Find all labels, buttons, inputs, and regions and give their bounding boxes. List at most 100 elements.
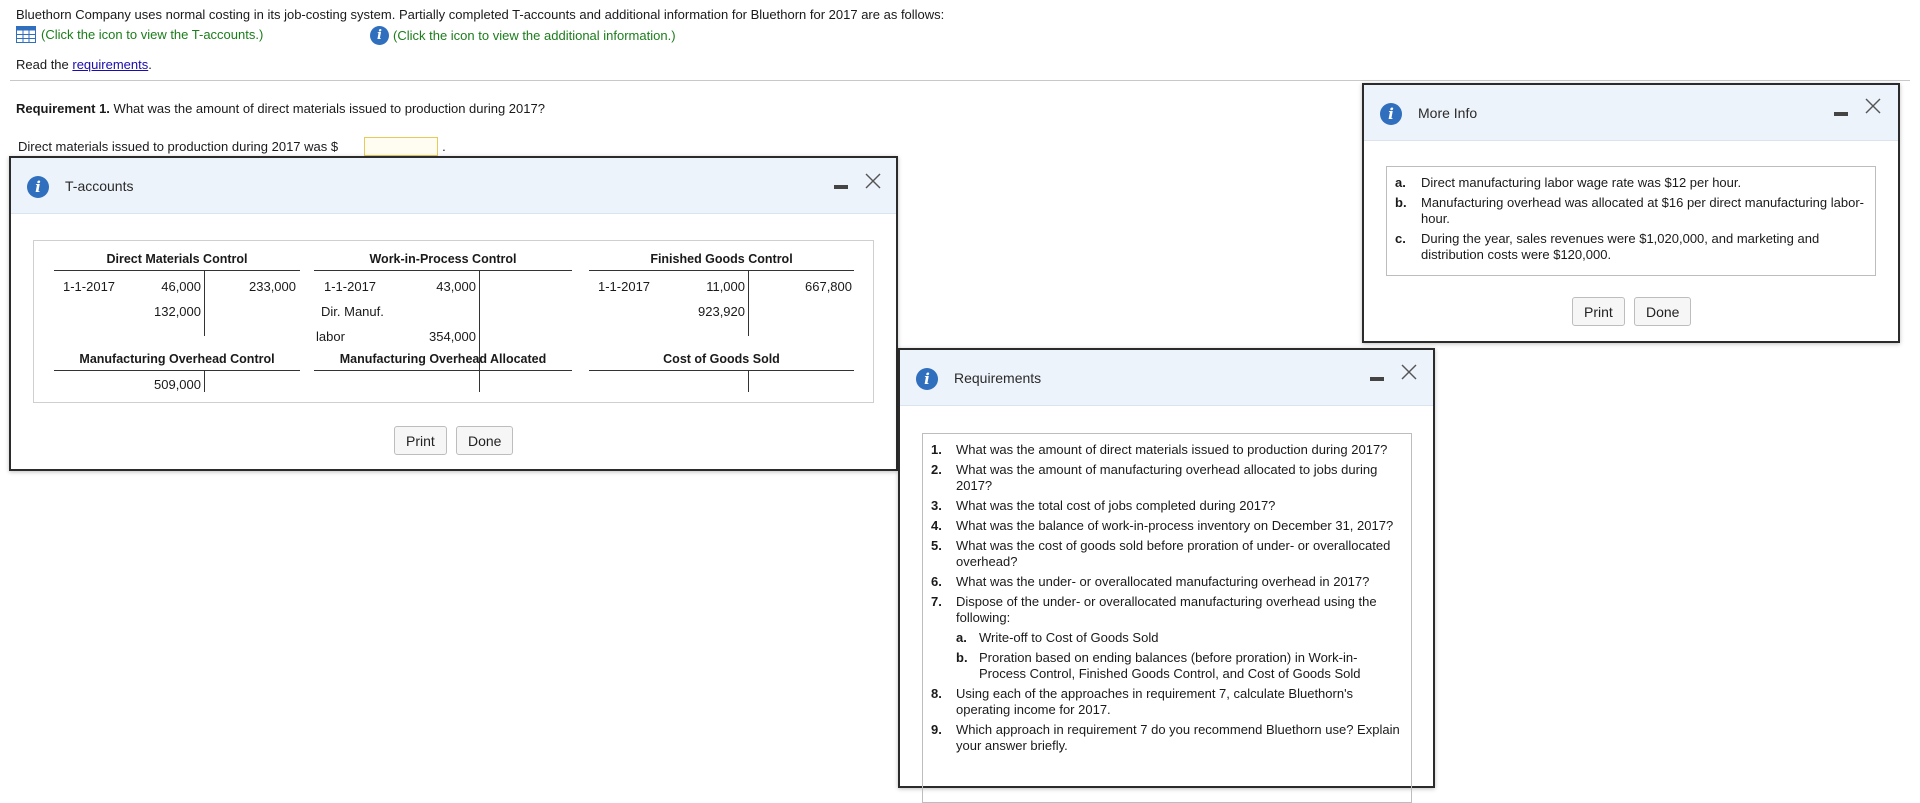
t-account-line (479, 370, 480, 392)
t-account-line (204, 270, 205, 336)
taccounts-dialog-header: i T-accounts (11, 158, 896, 214)
wip-row1-label: 1-1-2017 (324, 279, 377, 294)
requirement-1-text: What was the amount of direct materials … (113, 101, 545, 116)
done-button[interactable]: Done (1634, 297, 1692, 326)
view-taccounts-link[interactable]: (Click the icon to view the T-accounts.) (16, 26, 263, 43)
t-account-line (54, 370, 300, 371)
print-button[interactable]: Print (1572, 297, 1625, 326)
list-item: 1. What was the amount of direct material… (931, 442, 1403, 458)
list-item: 7. Dispose of the under- or overallocated… (931, 594, 1403, 626)
list-item: 2. What was the amount of manufacturing o… (931, 462, 1403, 494)
item-number: 5. (931, 538, 942, 553)
item-number: 2. (931, 462, 942, 477)
requirements-list: 1. What was the amount of direct material… (922, 433, 1412, 803)
print-button[interactable]: Print (394, 426, 447, 455)
close-icon[interactable] (1400, 363, 1418, 381)
item-text: Write-off to Cost of Goods Sold (979, 630, 1159, 645)
divider (10, 80, 1910, 81)
item-number: 1. (931, 442, 942, 457)
account-title-moh-control: Manufacturing Overhead Control (79, 352, 275, 366)
answer-row: Direct materials issued to production du… (18, 137, 446, 156)
item-text: What was the cost of goods sold before p… (956, 538, 1391, 569)
minimize-icon[interactable] (1834, 112, 1848, 116)
wip-row3-label: labor (316, 329, 345, 344)
read-suffix: . (148, 57, 152, 72)
info-icon[interactable]: i (370, 26, 389, 45)
item-text: What was the under- or overallocated man… (956, 574, 1370, 589)
wip-row1-debit: 43,000 (436, 279, 476, 294)
more-info-list: a. Direct manufacturing labor wage rate … (1386, 166, 1876, 276)
t-account-line (748, 370, 749, 392)
more-info-dialog: i More Info a. Direct manufacturing labo… (1362, 83, 1900, 343)
minimize-icon[interactable] (1370, 377, 1384, 381)
item-number: 3. (931, 498, 942, 513)
item-number: 4. (931, 518, 942, 533)
account-title-direct-materials: Direct Materials Control (106, 252, 248, 266)
dm-row1-label: 1-1-2017 (63, 279, 116, 294)
close-icon[interactable] (864, 172, 882, 190)
item-number: 7. (931, 594, 942, 609)
dm-row2-debit: 132,000 (154, 304, 201, 319)
t-account-line (314, 270, 572, 271)
t-account-line (589, 370, 854, 371)
item-text: What was the amount of manufacturing ove… (956, 462, 1378, 493)
requirements-dialog: i Requirements 1. What was the amount of … (898, 348, 1435, 803)
answer-suffix: . (442, 139, 446, 154)
fg-row1-label: 1-1-2017 (598, 279, 651, 294)
wip-row2-label: Dir. Manuf. (321, 304, 384, 319)
fg-row2-debit: 923,920 (698, 304, 745, 319)
list-item: b. Manufacturing overhead was allocated … (1395, 195, 1867, 227)
item-number: b. (956, 650, 968, 665)
item-text: Which approach in requirement 7 do you r… (956, 722, 1400, 753)
t-account-line (589, 270, 854, 271)
dm-row1-credit: 233,000 (249, 279, 296, 294)
view-info-link[interactable]: i (Click the icon to view the additional… (370, 26, 676, 45)
list-item: c. During the year, sales revenues were … (1395, 231, 1867, 263)
item-text: Proration based on ending balances (befo… (979, 650, 1361, 681)
table-icon[interactable] (16, 26, 36, 43)
item-label: c. (1395, 231, 1406, 246)
list-item: 4. What was the balance of work-in-proces… (931, 518, 1403, 534)
dm-row1-debit: 46,000 (161, 279, 201, 294)
answer-prefix: Direct materials issued to production du… (18, 139, 339, 154)
requirement-1-question: Requirement 1. What was the amount of di… (16, 101, 545, 116)
t-account-line (748, 270, 749, 336)
item-number: 6. (931, 574, 942, 589)
item-text: Manufacturing overhead was allocated at … (1421, 195, 1864, 226)
info-icon: i (916, 368, 938, 390)
account-title-wip: Work-in-Process Control (369, 252, 517, 266)
done-button[interactable]: Done (456, 426, 514, 455)
item-text: What was the total cost of jobs complete… (956, 498, 1276, 513)
more-info-dialog-header: i More Info (1364, 85, 1898, 141)
fg-row1-credit: 667,800 (805, 279, 852, 294)
item-text: Direct manufacturing labor wage rate was… (1421, 175, 1742, 190)
taccounts-dialog-title: T-accounts (65, 178, 134, 194)
direct-materials-input[interactable] (364, 137, 439, 156)
read-requirements: Read the requirements. (16, 57, 152, 72)
list-subitem: a. Write-off to Cost of Goods Sold (931, 630, 1403, 646)
item-text: What was the balance of work-in-process … (956, 518, 1394, 533)
list-item: 3. What was the total cost of jobs comple… (931, 498, 1403, 514)
info-icon: i (27, 176, 49, 198)
item-number: 8. (931, 686, 942, 701)
item-label: b. (1395, 195, 1407, 210)
requirements-link[interactable]: requirements (72, 57, 148, 72)
fg-row1-debit: 11,000 (706, 279, 745, 294)
item-number: 9. (931, 722, 942, 737)
moh-debit: 509,000 (154, 377, 201, 392)
t-account-line (314, 370, 572, 371)
close-icon[interactable] (1864, 97, 1882, 115)
icon-links-row: (Click the icon to view the T-accounts.)… (16, 26, 916, 46)
account-title-moh-allocated: Manufacturing Overhead Allocated (339, 352, 547, 366)
list-item: 9. Which approach in requirement 7 do you… (931, 722, 1403, 754)
read-prefix: Read the (16, 57, 73, 72)
minimize-icon[interactable] (834, 185, 848, 189)
list-subitem: b. Proration based on ending balances (be… (931, 650, 1403, 682)
account-title-cogs: Cost of Goods Sold (663, 352, 780, 366)
requirement-1-label: Requirement 1. (16, 101, 110, 116)
view-info-text[interactable]: (Click the icon to view the additional i… (393, 28, 676, 43)
t-account-line (204, 370, 205, 392)
taccounts-panel: Direct Materials Control 1-1-2017 46,000… (33, 240, 874, 403)
view-taccounts-text[interactable]: (Click the icon to view the T-accounts.) (41, 27, 263, 42)
wip-row3-debit: 354,000 (429, 329, 476, 344)
